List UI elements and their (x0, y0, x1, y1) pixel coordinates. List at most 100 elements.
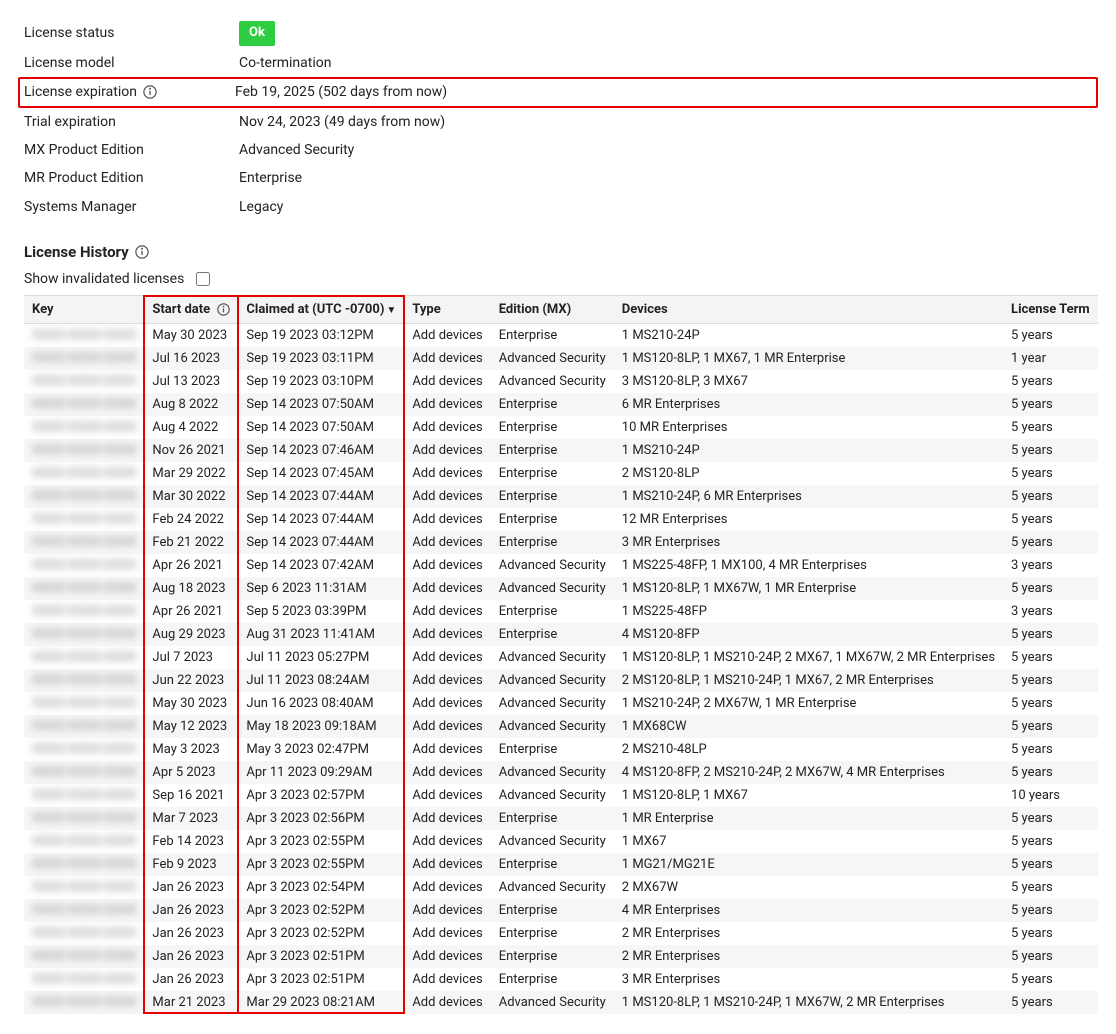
cell-start-date: Apr 5 2023 (144, 761, 238, 784)
cell-start-date: Apr 26 2021 (144, 600, 238, 623)
table-row: XXXX-XXXX-XXXXMar 7 2023Apr 3 2023 02:56… (24, 807, 1098, 830)
col-header-license-term[interactable]: License Term (1003, 296, 1098, 324)
cell-edition: Enterprise (491, 531, 614, 554)
cell-edition: Enterprise (491, 485, 614, 508)
cell-edition: Enterprise (491, 324, 614, 348)
show-invalidated-label: Show invalidated licenses (24, 271, 184, 287)
cell-license-term: 5 years (1003, 945, 1098, 968)
cell-license-term: 3 years (1003, 600, 1098, 623)
cell-claimed-at: Apr 3 2023 02:56PM (238, 807, 404, 830)
col-header-edition[interactable]: Edition (MX) (491, 296, 614, 324)
cell-devices: 2 MR Enterprises (614, 922, 1003, 945)
cell-edition: Enterprise (491, 623, 614, 646)
license-key: XXXX-XXXX-XXXX (32, 765, 136, 780)
license-key: XXXX-XXXX-XXXX (32, 328, 136, 343)
table-row: XXXX-XXXX-XXXXAug 4 2022Sep 14 2023 07:5… (24, 416, 1098, 439)
table-row: XXXX-XXXX-XXXXAug 8 2022Sep 14 2023 07:5… (24, 393, 1098, 416)
cell-license-term: 5 years (1003, 577, 1098, 600)
mr-edition-value: Enterprise (239, 170, 302, 186)
license-key: XXXX-XXXX-XXXX (32, 650, 136, 665)
cell-license-term: 5 years (1003, 761, 1098, 784)
cell-type: Add devices (404, 439, 490, 462)
cell-start-date: Feb 9 2023 (144, 853, 238, 876)
cell-claimed-at: Sep 19 2023 03:10PM (238, 370, 404, 393)
cell-type: Add devices (404, 577, 490, 600)
cell-license-term: 5 years (1003, 370, 1098, 393)
license-key: XXXX-XXXX-XXXX (32, 903, 136, 918)
license-key: XXXX-XXXX-XXXX (32, 673, 136, 688)
row-mr-product-edition: MR Product Edition Enterprise (24, 164, 1092, 192)
cell-edition: Enterprise (491, 416, 614, 439)
cell-devices: 2 MR Enterprises (614, 945, 1003, 968)
cell-type: Add devices (404, 991, 490, 1014)
cell-claimed-at: Apr 3 2023 02:52PM (238, 899, 404, 922)
cell-license-term: 5 years (1003, 692, 1098, 715)
license-key: XXXX-XXXX-XXXX (32, 995, 136, 1010)
cell-claimed-at: Mar 29 2023 08:21AM (238, 991, 404, 1014)
info-icon[interactable] (135, 245, 149, 259)
cell-edition: Enterprise (491, 439, 614, 462)
cell-start-date: Aug 18 2023 (144, 577, 238, 600)
systems-manager-label: Systems Manager (24, 196, 136, 218)
cell-claimed-at: Sep 14 2023 07:46AM (238, 439, 404, 462)
cell-edition: Advanced Security (491, 830, 614, 853)
cell-type: Add devices (404, 623, 490, 646)
cell-claimed-at: Sep 14 2023 07:45AM (238, 462, 404, 485)
license-key: XXXX-XXXX-XXXX (32, 949, 136, 964)
cell-license-term: 5 years (1003, 830, 1098, 853)
table-row: XXXX-XXXX-XXXXAug 18 2023Sep 6 2023 11:3… (24, 577, 1098, 600)
info-icon[interactable] (217, 303, 230, 316)
mx-edition-label: MX Product Edition (24, 139, 144, 161)
col-header-type[interactable]: Type (404, 296, 490, 324)
cell-type: Add devices (404, 393, 490, 416)
cell-claimed-at: Jun 16 2023 08:40AM (238, 692, 404, 715)
license-history-title-text: License History (24, 243, 129, 261)
cell-claimed-at: Apr 3 2023 02:57PM (238, 784, 404, 807)
cell-start-date: Sep 16 2021 (144, 784, 238, 807)
license-history-table: Key Start date Claimed at (UTC -0700)▼ T… (24, 295, 1098, 1014)
cell-claimed-at: Apr 3 2023 02:51PM (238, 968, 404, 991)
table-row: XXXX-XXXX-XXXXMar 29 2022Sep 14 2023 07:… (24, 462, 1098, 485)
cell-devices: 6 MR Enterprises (614, 393, 1003, 416)
cell-license-term: 5 years (1003, 922, 1098, 945)
col-header-key[interactable]: Key (24, 296, 144, 324)
cell-start-date: Nov 26 2021 (144, 439, 238, 462)
cell-devices: 1 MG21/MG21E (614, 853, 1003, 876)
cell-devices: 2 MS120-8LP, 1 MS210-24P, 1 MX67, 2 MR E… (614, 669, 1003, 692)
row-systems-manager: Systems Manager Legacy (24, 193, 1092, 221)
cell-license-term: 5 years (1003, 715, 1098, 738)
col-header-devices[interactable]: Devices (614, 296, 1003, 324)
license-key: XXXX-XXXX-XXXX (32, 742, 136, 757)
license-key: XXXX-XXXX-XXXX (32, 972, 136, 987)
cell-devices: 1 MS210-24P, 6 MR Enterprises (614, 485, 1003, 508)
table-row: XXXX-XXXX-XXXXJun 22 2023Jul 11 2023 08:… (24, 669, 1098, 692)
license-key: XXXX-XXXX-XXXX (32, 535, 136, 550)
cell-start-date: Feb 14 2023 (144, 830, 238, 853)
cell-claimed-at: Jul 11 2023 08:24AM (238, 669, 404, 692)
cell-start-date: May 30 2023 (144, 692, 238, 715)
col-header-claimed-at[interactable]: Claimed at (UTC -0700)▼ (238, 296, 404, 324)
cell-devices: 1 MS225-48FP, 1 MX100, 4 MR Enterprises (614, 554, 1003, 577)
license-key: XXXX-XXXX-XXXX (32, 489, 136, 504)
col-header-start-date[interactable]: Start date (144, 296, 238, 324)
cell-type: Add devices (404, 462, 490, 485)
license-key: XXXX-XXXX-XXXX (32, 811, 136, 826)
cell-edition: Enterprise (491, 899, 614, 922)
table-row: XXXX-XXXX-XXXXApr 26 2021Sep 5 2023 03:3… (24, 600, 1098, 623)
cell-claimed-at: Apr 3 2023 02:55PM (238, 853, 404, 876)
cell-start-date: Jul 13 2023 (144, 370, 238, 393)
cell-type: Add devices (404, 485, 490, 508)
trial-expiration-value: Nov 24, 2023 (49 days from now) (239, 114, 445, 130)
license-key: XXXX-XXXX-XXXX (32, 696, 136, 711)
cell-claimed-at: Sep 19 2023 03:12PM (238, 324, 404, 348)
cell-devices: 2 MX67W (614, 876, 1003, 899)
row-trial-expiration: Trial expiration Nov 24, 2023 (49 days f… (24, 108, 1092, 136)
show-invalidated-checkbox[interactable] (196, 272, 210, 286)
info-icon[interactable] (143, 85, 157, 99)
table-row: XXXX-XXXX-XXXXApr 26 2021Sep 14 2023 07:… (24, 554, 1098, 577)
cell-devices: 4 MR Enterprises (614, 899, 1003, 922)
mx-edition-value: Advanced Security (239, 142, 354, 158)
table-row: XXXX-XXXX-XXXXFeb 21 2022Sep 14 2023 07:… (24, 531, 1098, 554)
cell-edition: Enterprise (491, 853, 614, 876)
cell-claimed-at: Sep 5 2023 03:39PM (238, 600, 404, 623)
